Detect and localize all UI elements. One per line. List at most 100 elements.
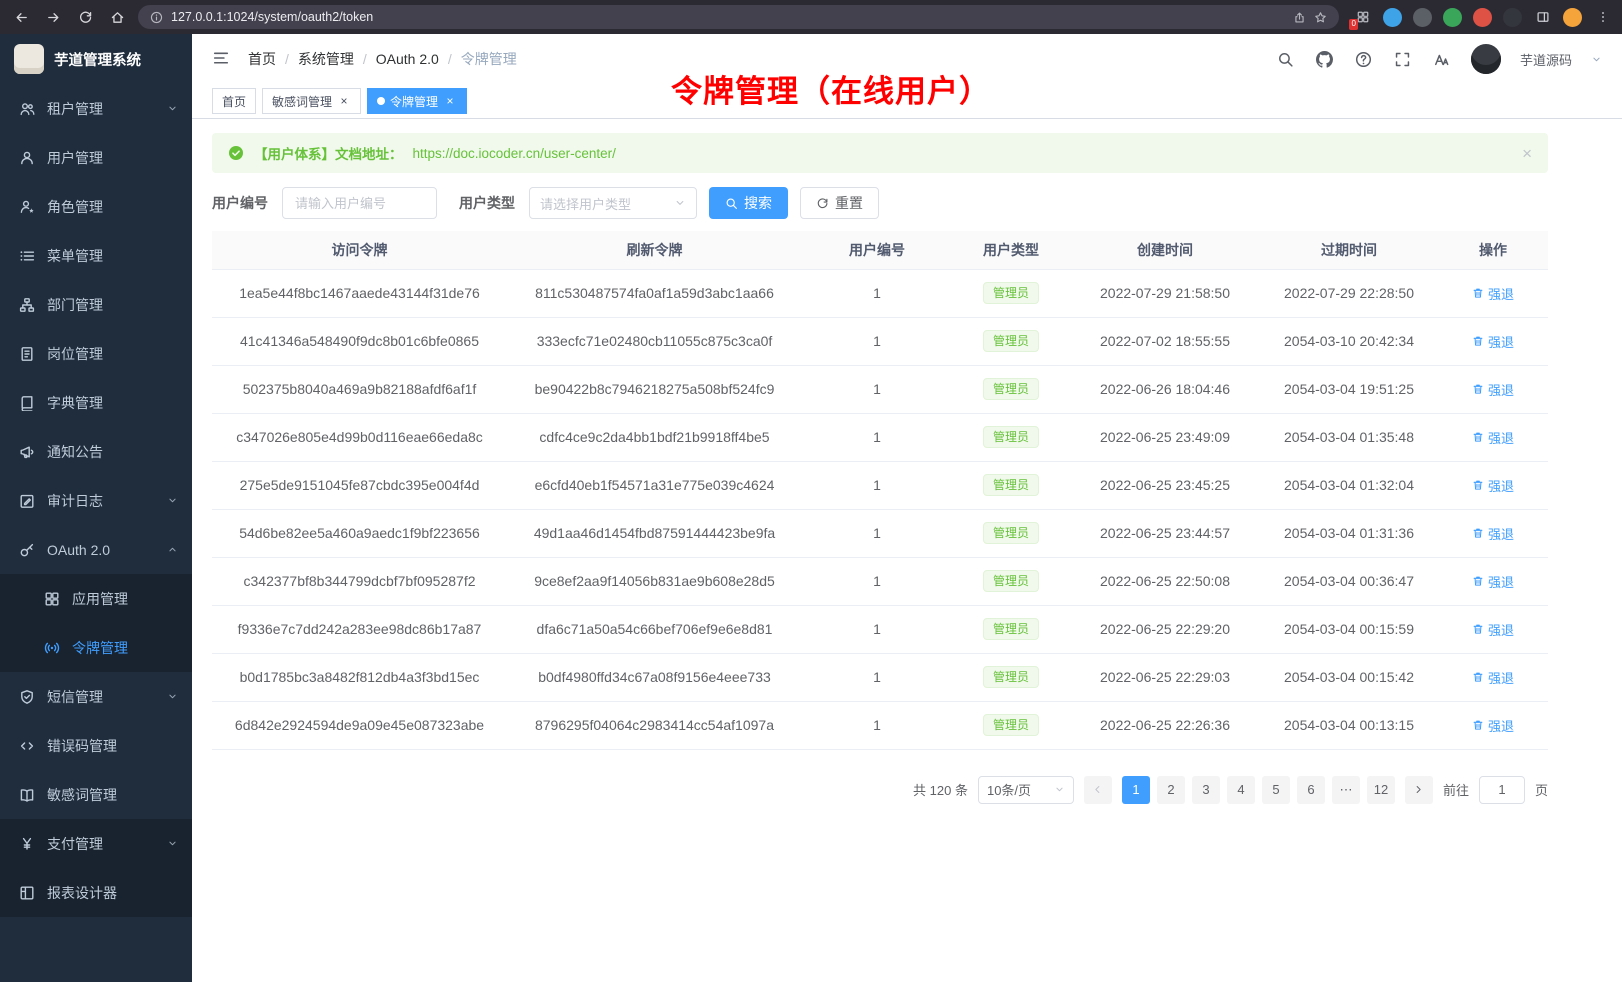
cell-created-time: 2022-06-25 23:49:09 (1070, 413, 1260, 461)
address-bar[interactable]: 127.0.0.1:1024/system/oauth2/token (138, 5, 1339, 29)
font-size-icon[interactable] (1432, 49, 1452, 69)
sidebar-item-label: 应用管理 (72, 589, 178, 609)
force-logout-button[interactable]: 强退 (1472, 428, 1514, 447)
url-text: 127.0.0.1:1024/system/oauth2/token (171, 10, 373, 24)
force-logout-button[interactable]: 强退 (1472, 572, 1514, 591)
sidebar-item-oauth2[interactable]: OAuth 2.0 (0, 525, 192, 574)
tab-close-icon[interactable]: × (443, 94, 457, 108)
share-icon[interactable] (1293, 11, 1306, 24)
pager-page-12[interactable]: 12 (1367, 776, 1395, 804)
force-logout-button[interactable]: 强退 (1472, 380, 1514, 399)
extension-icon-puzzle[interactable] (1473, 8, 1492, 27)
browser-menu-icon[interactable] (1593, 8, 1612, 27)
sidebar-item-error-code[interactable]: 错误码管理 (0, 721, 192, 770)
sidebar-item-label: 角色管理 (47, 197, 178, 217)
cell-user-id: 1 (802, 365, 952, 413)
sidebar-item-sensitive-word[interactable]: 敏感词管理 (0, 770, 192, 819)
sidebar-item-user[interactable]: 用户管理 (0, 133, 192, 182)
sidebar-item-pay[interactable]: 支付管理 (0, 819, 192, 868)
sidebar-item-report-designer[interactable]: 报表设计器 (0, 868, 192, 917)
sidebar-item-dept[interactable]: 部门管理 (0, 280, 192, 329)
user-id-input[interactable] (282, 187, 437, 219)
force-logout-button[interactable]: 强退 (1472, 284, 1514, 303)
extension-icon-green[interactable] (1443, 8, 1462, 27)
search-button[interactable]: 搜索 (709, 187, 788, 219)
sidebar-item-label: 部门管理 (47, 295, 178, 315)
sidebar-item-oauth2-token[interactable]: 令牌管理 (0, 623, 192, 672)
sidebar-item-role[interactable]: 角色管理 (0, 182, 192, 231)
pager-next-button[interactable] (1405, 776, 1433, 804)
sidebar-item-sms[interactable]: 短信管理 (0, 672, 192, 721)
breadcrumb-item[interactable]: OAuth 2.0 (376, 51, 439, 67)
sidebar-item-notice[interactable]: 通知公告 (0, 427, 192, 476)
sidebar-item-post[interactable]: 岗位管理 (0, 329, 192, 378)
pager-page-3[interactable]: 3 (1192, 776, 1220, 804)
pager-page-6[interactable]: 6 (1297, 776, 1325, 804)
delete-icon (1472, 383, 1484, 395)
extensions-grid-icon[interactable]: 0 (1353, 8, 1372, 27)
user-type-select[interactable]: 请选择用户类型 (529, 187, 697, 219)
pager-page-4[interactable]: 4 (1227, 776, 1255, 804)
tab-token[interactable]: 令牌管理× (367, 88, 467, 114)
split-view-icon[interactable] (1533, 8, 1552, 27)
menu-list-icon (19, 248, 35, 264)
sidebar-item-tenant[interactable]: 租户管理 (0, 84, 192, 133)
alert-close-icon[interactable]: × (1522, 145, 1532, 162)
sidebar-item-dict[interactable]: 字典管理 (0, 378, 192, 427)
app-logo[interactable]: 芋道管理系统 (0, 34, 192, 84)
sidebar-item-audit-log[interactable]: 审计日志 (0, 476, 192, 525)
reset-button[interactable]: 重置 (800, 187, 879, 219)
browser-profile-avatar[interactable] (1563, 8, 1582, 27)
pager-page-5[interactable]: 5 (1262, 776, 1290, 804)
pager-page-1[interactable]: 1 (1122, 776, 1150, 804)
site-info-icon[interactable] (150, 11, 163, 24)
breadcrumb-item[interactable]: 系统管理 (298, 49, 354, 69)
browser-back-button[interactable] (10, 6, 32, 28)
force-logout-button[interactable]: 强退 (1472, 476, 1514, 495)
page-size-select[interactable]: 10条/页 (978, 776, 1074, 804)
pager-goto-input[interactable] (1479, 776, 1525, 804)
users-icon (19, 101, 35, 117)
sidebar-item-label: 通知公告 (47, 442, 178, 462)
extension-icon-blue[interactable] (1383, 8, 1402, 27)
chevron-down-icon (167, 838, 178, 849)
cell-access-token: 275e5de9151045fe87cbdc395e004f4d (212, 461, 507, 509)
bookmark-star-icon[interactable] (1314, 11, 1327, 24)
extension-icon-dark[interactable] (1413, 8, 1432, 27)
extension-icon-dark2[interactable] (1503, 8, 1522, 27)
pager-prev-button[interactable] (1084, 776, 1112, 804)
help-icon[interactable] (1354, 49, 1374, 69)
browser-reload-button[interactable] (74, 6, 96, 28)
force-logout-button[interactable]: 强退 (1472, 620, 1514, 639)
search-icon[interactable] (1276, 49, 1296, 69)
browser-forward-button[interactable] (42, 6, 64, 28)
force-logout-button[interactable]: 强退 (1472, 668, 1514, 687)
fullscreen-icon[interactable] (1393, 49, 1413, 69)
force-logout-button[interactable]: 强退 (1472, 332, 1514, 351)
sidebar-collapse-icon[interactable] (212, 49, 232, 69)
sidebar-item-label: 租户管理 (47, 99, 167, 119)
sidebar-item-oauth2-app[interactable]: 应用管理 (0, 574, 192, 623)
cell-created-time: 2022-06-26 18:04:46 (1070, 365, 1260, 413)
delete-icon (1472, 287, 1484, 299)
browser-home-button[interactable] (106, 6, 128, 28)
tab-close-icon[interactable]: × (337, 94, 351, 108)
force-logout-button[interactable]: 强退 (1472, 524, 1514, 543)
force-logout-button[interactable]: 强退 (1472, 716, 1514, 735)
browser-extension-area: 0 (1349, 8, 1612, 27)
breadcrumb-item[interactable]: 首页 (248, 49, 276, 69)
user-name[interactable]: 芋道源码 (1520, 50, 1572, 69)
github-icon[interactable] (1315, 49, 1335, 69)
tab-home[interactable]: 首页 (212, 88, 256, 114)
doc-link[interactable]: https://doc.iocoder.cn/user-center/ (413, 146, 616, 161)
cell-user-id: 1 (802, 509, 952, 557)
user-avatar[interactable] (1471, 44, 1501, 74)
pager-page-2[interactable]: 2 (1157, 776, 1185, 804)
sidebar-item-menu[interactable]: 菜单管理 (0, 231, 192, 280)
user-caret-down-icon[interactable] (1591, 54, 1602, 65)
token-table: 访问令牌 刷新令牌 用户编号 用户类型 创建时间 过期时间 操作 1ea5e44… (212, 231, 1548, 750)
cell-created-time: 2022-06-25 23:45:25 (1070, 461, 1260, 509)
user-type-badge: 管理员 (983, 378, 1039, 400)
pager-more-button[interactable]: ⋯ (1332, 776, 1360, 804)
tab-sensitive-word[interactable]: 敏感词管理× (262, 88, 361, 114)
